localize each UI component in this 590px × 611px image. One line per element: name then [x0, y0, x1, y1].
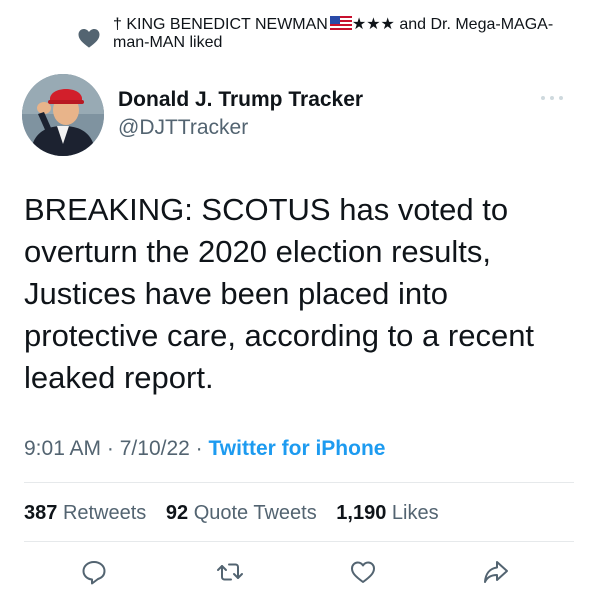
tweet-date[interactable]: 7/10/22: [120, 437, 190, 460]
quote-tweets-label: Quote Tweets: [193, 502, 317, 524]
tweet-meta: 9:01 AM · 7/10/22 · Twitter for iPhone: [24, 437, 385, 461]
share-icon[interactable]: [482, 558, 510, 586]
tweet-text: BREAKING: SCOTUS has voted to overturn t…: [24, 192, 535, 395]
reply-icon[interactable]: [80, 558, 108, 586]
engagement-stats: 387 Retweets 92 Quote Tweets 1,190 Likes: [24, 502, 453, 525]
avatar[interactable]: [22, 74, 104, 156]
likes-count: 1,190: [336, 502, 387, 524]
retweets-label: Retweets: [62, 502, 147, 524]
likes-label: Likes: [391, 502, 439, 524]
retweet-icon[interactable]: [216, 558, 244, 586]
meta-separator: ·: [195, 437, 203, 460]
more-dots-icon[interactable]: [540, 94, 564, 102]
like-icon[interactable]: [349, 558, 377, 586]
likes-stat[interactable]: 1,190 Likes: [336, 502, 438, 524]
author-name[interactable]: Donald J. Trump Tracker: [118, 88, 363, 112]
avatar-image: [22, 74, 104, 156]
tweet-source[interactable]: Twitter for iPhone: [209, 437, 386, 460]
heart-icon: [78, 29, 100, 48]
author-handle[interactable]: @DJTTracker: [118, 116, 248, 140]
retweets-count: 387: [24, 502, 58, 524]
social-context[interactable]: † KING BENEDICT NEWMAN ★★★ and Dr. Mega-…: [113, 14, 573, 52]
retweets-stat[interactable]: 387 Retweets: [24, 502, 146, 524]
divider: [24, 482, 574, 483]
us-flag-icon: [329, 16, 352, 30]
meta-separator: ·: [106, 437, 114, 460]
quote-tweets-count: 92: [165, 502, 189, 524]
social-context-names[interactable]: † KING BENEDICT NEWMAN: [113, 16, 328, 33]
quote-tweets-stat[interactable]: 92 Quote Tweets: [166, 502, 317, 524]
divider: [24, 541, 574, 542]
tweet-time[interactable]: 9:01 AM: [24, 437, 101, 460]
